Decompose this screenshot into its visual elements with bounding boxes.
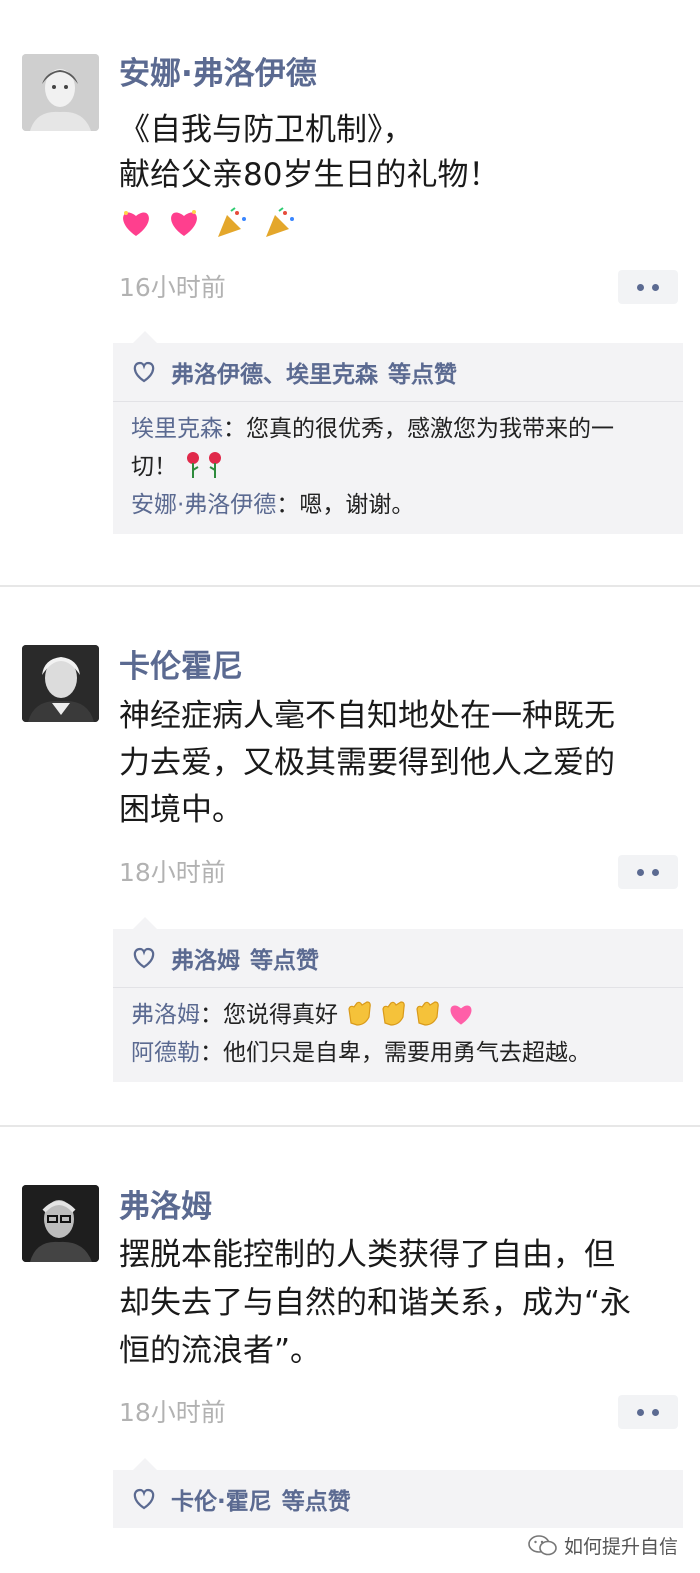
sparkling-heart-icon [123,211,149,236]
watermark-text: 如何提升自信 [563,1536,678,1558]
comment-text: 您真的很优秀，感激您为我带来的一 [246,416,614,442]
content-line: 《自我与防卫机制》， [119,112,414,148]
more-button[interactable] [618,855,678,889]
dot-icon [637,284,644,291]
comment-author[interactable]: 阿德勒 [131,1040,200,1066]
likes-suffix: 等点赞 [281,1489,351,1515]
author-name[interactable]: 弗洛姆 [119,1187,212,1227]
author-name[interactable]: 卡伦霍尼 [119,647,243,687]
comment-author[interactable]: 弗洛姆 [131,1002,200,1028]
content-line: 力去爱，又极其需要得到他人之爱的 [119,745,615,781]
author-name[interactable]: 安娜·弗洛伊德 [119,54,317,94]
comments: 弗洛姆：您说得真好 阿德勒：他们只是自卑，需要用勇气去超越。 [113,988,683,1082]
pink-heart-icon [450,1005,472,1025]
post-time: 18小时前 [119,858,226,887]
post-time: 18小时前 [119,1398,226,1427]
dot-icon [652,869,659,876]
moment-post: 弗洛姆 摆脱本能控制的人类获得了自由，但 却失去了与自然的和谐关系，成为“永 恒… [0,1127,700,1573]
likes-row: 弗洛伊德、埃里克森 等点赞 [113,343,683,402]
comment-text: 嗯，谢谢。 [299,492,415,518]
more-button[interactable] [618,1395,678,1429]
dot-icon [652,284,659,291]
avatar[interactable] [22,54,99,131]
wechat-icon [528,1534,557,1555]
watermark: 如何提升自信 [528,1532,678,1559]
content-line: 却失去了与自然的和谐关系，成为“永 [119,1285,632,1321]
heart-icon[interactable] [131,1487,157,1511]
comment[interactable]: 阿德勒：他们只是自卑，需要用勇气去超越。 [131,1034,667,1072]
more-button[interactable] [618,270,678,304]
likes-suffix: 等点赞 [388,362,457,388]
likes-suffix: 等点赞 [250,948,319,974]
moment-post: 卡伦霍尼 神经症病人毫不自知地处在一种既无 力去爱，又极其需要得到他人之爱的 困… [0,587,700,1125]
sparkling-heart-icon [170,210,197,236]
comment[interactable]: 安娜·弗洛伊德：嗯，谢谢。 [131,486,667,524]
emoji-row [119,202,680,247]
comment[interactable]: 弗洛姆：您说得真好 [131,996,667,1034]
party-popper-icon [265,207,294,237]
dot-icon [637,869,644,876]
clap-icon [348,1001,372,1026]
content-line: 摆脱本能控制的人类获得了自由，但 [119,1237,615,1273]
comment[interactable]: 埃里克森：您真的很优秀，感激您为我带来的一 切！ [131,410,667,486]
content-line: 神经症病人毫不自知地处在一种既无 [119,698,615,734]
content-line: 恒的流浪者”。 [119,1333,322,1369]
post-content: 《自我与防卫机制》， 献给父亲80岁生日的礼物！ [119,108,680,247]
avatar[interactable] [22,645,99,722]
likes-row: 弗洛姆 等点赞 [113,929,683,988]
comment-text: 他们只是自卑，需要用勇气去超越。 [223,1040,591,1066]
comment-text: 您说得真好 [223,1002,338,1028]
comment-separator: ： [223,416,246,442]
avatar[interactable] [22,1185,99,1262]
content-line: 困境中。 [119,792,243,828]
likes-names[interactable]: 弗洛伊德、埃里克森 [171,355,378,389]
interaction-panel: 弗洛伊德、埃里克森 等点赞 埃里克森：您真的很优秀，感激您为我带来的一 切！ 安… [113,331,683,534]
likes-row: 卡伦·霍尼 等点赞 [113,1470,683,1528]
moment-post: 安娜·弗洛伊德 《自我与防卫机制》， 献给父亲80岁生日的礼物！ 16小时前 弗… [0,0,700,585]
heart-icon[interactable] [131,360,157,384]
clap-icon [382,1001,406,1026]
dot-icon [637,1409,644,1416]
interaction-panel: 卡伦·霍尼 等点赞 [113,1458,683,1528]
rose-icon [209,452,222,478]
party-popper-icon [217,207,246,237]
likes-names[interactable]: 卡伦·霍尼 [171,1482,272,1516]
heart-icon[interactable] [131,946,157,970]
comment-separator: ： [200,1040,223,1066]
comment-author[interactable]: 安娜·弗洛伊德 [131,492,276,518]
post-content: 神经症病人毫不自知地处在一种既无 力去爱，又极其需要得到他人之爱的 困境中。 [119,693,680,834]
dot-icon [652,1409,659,1416]
comment-text: 切！ [131,454,177,480]
comments: 埃里克森：您真的很优秀，感激您为我带来的一 切！ 安娜·弗洛伊德：嗯，谢谢。 [113,402,683,534]
comment-separator: ： [200,1002,223,1028]
comment-author[interactable]: 埃里克森 [131,416,223,442]
comment-separator: ： [276,492,300,518]
likes-names[interactable]: 弗洛姆 [171,941,240,975]
post-time: 16小时前 [119,273,226,302]
rose-icon [187,452,200,478]
clap-icon [416,1001,440,1026]
interaction-panel: 弗洛姆 等点赞 弗洛姆：您说得真好 阿德勒：他们只是自卑，需要用勇气去超越。 [113,917,683,1082]
post-content: 摆脱本能控制的人类获得了自由，但 却失去了与自然的和谐关系，成为“永 恒的流浪者… [119,1231,680,1375]
content-line: 献给父亲80岁生日的礼物！ [119,157,500,193]
